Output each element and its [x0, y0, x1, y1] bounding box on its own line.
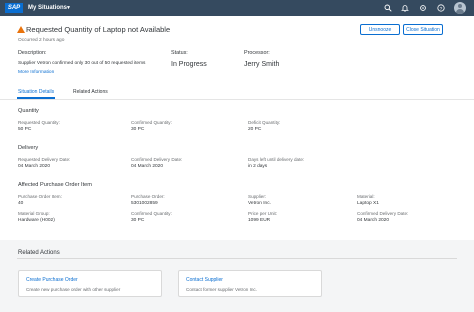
processor-value: Jerry Smith — [244, 61, 280, 68]
requested-quantity-value: 50 PC — [18, 127, 32, 132]
delivery-section-title: Delivery — [18, 145, 39, 151]
price-per-unit-value: 1099 EUR — [248, 218, 271, 223]
po-confirmed-delivery-date-label: Confirmed Delivery Date: — [357, 211, 409, 216]
help-icon[interactable]: ? — [437, 4, 445, 12]
requested-delivery-date-label: Requested Delivery Date: — [18, 157, 71, 162]
related-actions-divider — [17, 258, 457, 259]
tab-related-actions[interactable]: Related Actions — [73, 89, 108, 95]
chevron-down-icon[interactable]: ▼ — [66, 0, 71, 16]
po-confirmed-delivery-date-value: 04 March 2020 — [357, 218, 389, 223]
status-value: In Progress — [171, 61, 207, 68]
material-label: Material: — [357, 194, 375, 199]
bell-icon[interactable] — [401, 4, 409, 12]
status-label: Status: — [171, 50, 188, 56]
card-description: Create new purchase order with other sup… — [26, 287, 121, 292]
quantity-section-title: Quantity — [18, 108, 39, 114]
user-avatar[interactable] — [454, 2, 466, 14]
related-actions-title: Related Actions — [18, 250, 60, 256]
contact-supplier-card[interactable]: Contact Supplier Contact former supplier… — [178, 270, 322, 297]
card-title[interactable]: Contact Supplier — [186, 277, 223, 283]
close-situation-button[interactable]: Close Situation — [403, 24, 443, 35]
card-description: Contact former supplier Vetron Inc. — [186, 287, 257, 292]
purchase-order-value: 5301002859 — [131, 201, 158, 206]
search-icon[interactable] — [384, 4, 392, 12]
settings-icon[interactable] — [419, 4, 427, 12]
purchase-order-label: Purchase Order: — [131, 194, 165, 199]
description-label: Description: — [18, 50, 47, 56]
days-left-value: in 2 days — [248, 164, 268, 169]
requested-delivery-date-value: 04 March 2020 — [18, 164, 50, 169]
po-item-section-title: Affected Purchase Order Item — [18, 182, 92, 188]
po-item-label: Purchase Order Item: — [18, 194, 62, 199]
occurred-subtitle: Occurred 2 hours ago — [18, 38, 65, 43]
supplier-label: Supplier: — [248, 194, 267, 199]
deficit-quantity-label: Deficit Quantity: — [248, 120, 281, 125]
price-per-unit-label: Price per Unit: — [248, 211, 278, 216]
po-item-value: 40 — [18, 201, 24, 206]
sap-logo[interactable]: SAP — [5, 3, 23, 13]
card-title[interactable]: Create Purchase Order — [26, 277, 78, 283]
app-title-menu[interactable]: My Situations — [28, 0, 67, 16]
confirmed-delivery-date-value: 04 March 2020 — [131, 164, 163, 169]
po-confirmed-quantity-value: 30 PC — [131, 218, 145, 223]
confirmed-delivery-date-label: Confirmed Delivery Date: — [131, 157, 183, 162]
confirmed-quantity-value: 30 PC — [131, 127, 145, 132]
shell-bar: SAP My Situations ▼ ? — [0, 0, 474, 16]
more-information-link[interactable]: More Information — [18, 70, 54, 75]
po-confirmed-quantity-label: Confirmed Quantity: — [131, 211, 172, 216]
material-group-label: Material Group: — [18, 211, 50, 216]
page-title: Requested Quantity of Laptop not Availab… — [26, 25, 171, 34]
confirmed-quantity-label: Confirmed Quantity: — [131, 120, 172, 125]
requested-quantity-label: Requested Quantity: — [18, 120, 60, 125]
days-left-label: Days left until delivery date: — [248, 157, 305, 162]
processor-label: Processor: — [244, 50, 270, 56]
supplier-value: Vetron Inc. — [248, 201, 271, 206]
situation-details-panel — [0, 100, 474, 240]
material-value: Laptop X1 — [357, 201, 379, 206]
create-purchase-order-card[interactable]: Create Purchase Order Create new purchas… — [18, 270, 162, 297]
deficit-quantity-value: 20 PC — [248, 127, 262, 132]
material-group-value: Hardware (H002) — [18, 218, 55, 223]
warning-icon — [17, 26, 25, 33]
unsnooze-button[interactable]: Unsnooze — [360, 24, 400, 35]
svg-text:?: ? — [440, 6, 443, 12]
description-text: Supplier Vetron confirmed only 30 out of… — [18, 61, 146, 66]
tab-situation-details[interactable]: Situation Details — [18, 89, 54, 95]
